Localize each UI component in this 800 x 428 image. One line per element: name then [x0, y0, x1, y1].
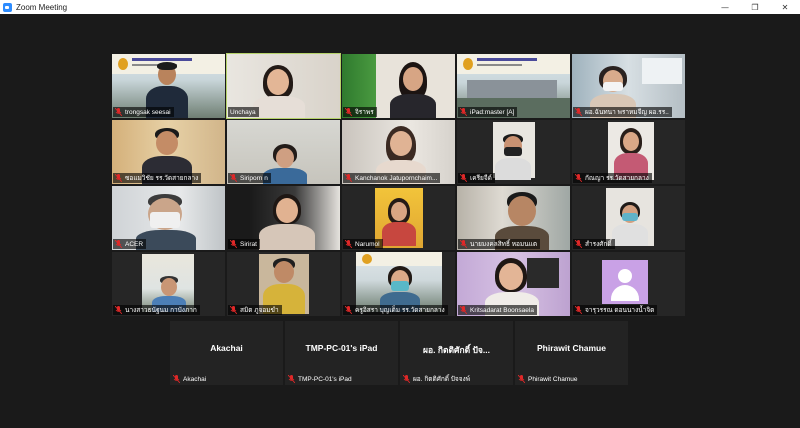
participant-tile[interactable]: Siriporn n: [227, 120, 340, 184]
name-label: Narumol: [343, 239, 383, 249]
name-label: ผอ. กิตติศักดิ์ ปัจจงพ์: [401, 374, 473, 384]
name-label: จิราพร: [343, 107, 377, 117]
name-label: นางสาวธนัฐนม กาบังภาก: [113, 305, 200, 315]
name-label: Akachai: [171, 374, 209, 384]
participant-tile-no-video[interactable]: ผอ. กิตติศักดิ์ ปัจ... ผอ. กิตติศักดิ์ ป…: [400, 321, 513, 385]
mic-muted-icon: [288, 375, 295, 383]
mic-muted-icon: [173, 375, 180, 383]
mic-muted-icon: [230, 306, 237, 314]
mic-muted-icon: [518, 375, 525, 383]
mic-muted-icon: [115, 240, 122, 248]
mic-muted-icon: [115, 174, 122, 182]
participant-tile[interactable]: นางสาวธนัฐนม กาบังภาก: [112, 252, 225, 316]
name-label: Siriporn n: [228, 173, 271, 183]
mic-muted-icon: [345, 240, 352, 248]
participant-tile[interactable]: Sirirat: [227, 186, 340, 250]
participant-display-name: Phirawit Chamue: [537, 343, 606, 353]
participant-tile[interactable]: Kanchanok Jatupornchaim...: [342, 120, 455, 184]
name-label: ครูอิสรา บุญเต็ม รร.วัดสายกลาง: [343, 305, 448, 315]
gallery-view: trongsak seesai Unchaya จิราพร iPad:mast…: [0, 14, 800, 428]
name-label: iPad:master [A]: [458, 107, 518, 117]
name-label: เครียจีด์: [458, 173, 495, 183]
participant-tile[interactable]: Kritsadarat Boonsaela: [457, 252, 570, 316]
name-label: Phirawit Chamue: [516, 374, 581, 384]
name-label: กัณญา รร.วัดสายกลาง: [573, 173, 652, 183]
close-button[interactable]: ✕: [770, 0, 800, 14]
name-label: สมิต ภูจอมขำ: [228, 305, 282, 315]
mic-muted-icon: [460, 306, 467, 314]
name-label: Kritsadarat Boonsaela: [458, 305, 537, 315]
default-avatar: [602, 260, 648, 304]
participant-tile[interactable]: iPad:master [A]: [457, 54, 570, 118]
participant-tile-no-video[interactable]: Phirawit Chamue Phirawit Chamue: [515, 321, 628, 385]
minimize-button[interactable]: —: [710, 0, 740, 14]
mic-muted-icon: [575, 108, 582, 116]
participant-tile-no-video[interactable]: TMP-PC-01's iPad TMP-PC-01's iPad: [285, 321, 398, 385]
participant-tile[interactable]: สำรงศักดิ์: [572, 186, 685, 250]
mic-muted-icon: [230, 240, 237, 248]
name-label: ซอแมวิชัย รร.วัดสายกลาง: [113, 173, 202, 183]
name-label: จารุวรรณ ดอนนางน้ำจิต: [573, 305, 658, 315]
participant-tile[interactable]: เครียจีด์: [457, 120, 570, 184]
name-label: trongsak seesai: [113, 107, 174, 117]
participant-display-name: ผอ. กิตติศักดิ์ ปัจ...: [423, 345, 490, 355]
mic-muted-icon: [115, 306, 122, 314]
participant-tile[interactable]: จารุวรรณ ดอนนางน้ำจิต: [572, 252, 685, 316]
title-bar: Zoom Meeting — ❐ ✕: [0, 0, 800, 14]
mic-muted-icon: [460, 240, 467, 248]
mic-muted-icon: [345, 174, 352, 182]
name-label: Unchaya: [228, 107, 259, 117]
mic-muted-icon: [345, 306, 352, 314]
participant-display-name: TMP-PC-01's iPad: [305, 343, 378, 353]
mic-muted-icon: [115, 108, 122, 116]
participant-tile[interactable]: ครูอิสรา บุญเต็ม รร.วัดสายกลาง: [342, 252, 455, 316]
mic-muted-icon: [575, 306, 582, 314]
person-icon: [618, 269, 632, 283]
participant-tile[interactable]: Narumol: [342, 186, 455, 250]
name-label: ACER: [113, 239, 147, 249]
mic-muted-icon: [403, 375, 410, 383]
name-label: Kanchanok Jatupornchaim...: [343, 173, 441, 183]
window-controls: — ❐ ✕: [710, 0, 800, 14]
participant-tile-active-speaker[interactable]: Unchaya: [226, 53, 341, 119]
participant-tile[interactable]: trongsak seesai: [112, 54, 225, 118]
participant-tile[interactable]: จิราพร: [342, 54, 455, 118]
mic-muted-icon: [460, 108, 467, 116]
participant-tile[interactable]: ซอแมวิชัย รร.วัดสายกลาง: [112, 120, 225, 184]
mic-muted-icon: [575, 240, 582, 248]
name-label: นายมงคลสิทธิ์ หอมนแต: [458, 239, 541, 249]
participant-tile[interactable]: ผอ.ฉันทนา พราหมจีญ ผอ.รร..: [572, 54, 685, 118]
mic-muted-icon: [345, 108, 352, 116]
mic-muted-icon: [460, 174, 467, 182]
zoom-logo-icon: [3, 2, 12, 12]
participant-tile[interactable]: นายมงคลสิทธิ์ หอมนแต: [457, 186, 570, 250]
name-label: Sirirat: [228, 239, 260, 249]
name-label: สำรงศักดิ์: [573, 239, 615, 249]
name-label: TMP-PC-01's iPad: [286, 374, 355, 384]
mic-muted-icon: [575, 174, 582, 182]
name-label: ผอ.ฉันทนา พราหมจีญ ผอ.รร..: [573, 107, 672, 117]
mic-muted-icon: [230, 174, 237, 182]
participant-tile-no-video[interactable]: Akachai Akachai: [170, 321, 283, 385]
window-title: Zoom Meeting: [16, 2, 68, 12]
participant-tile[interactable]: กัณญา รร.วัดสายกลาง: [572, 120, 685, 184]
participant-display-name: Akachai: [210, 343, 243, 353]
participant-tile[interactable]: ACER: [112, 186, 225, 250]
participant-tile[interactable]: สมิต ภูจอมขำ: [227, 252, 340, 316]
maximize-button[interactable]: ❐: [740, 0, 770, 14]
